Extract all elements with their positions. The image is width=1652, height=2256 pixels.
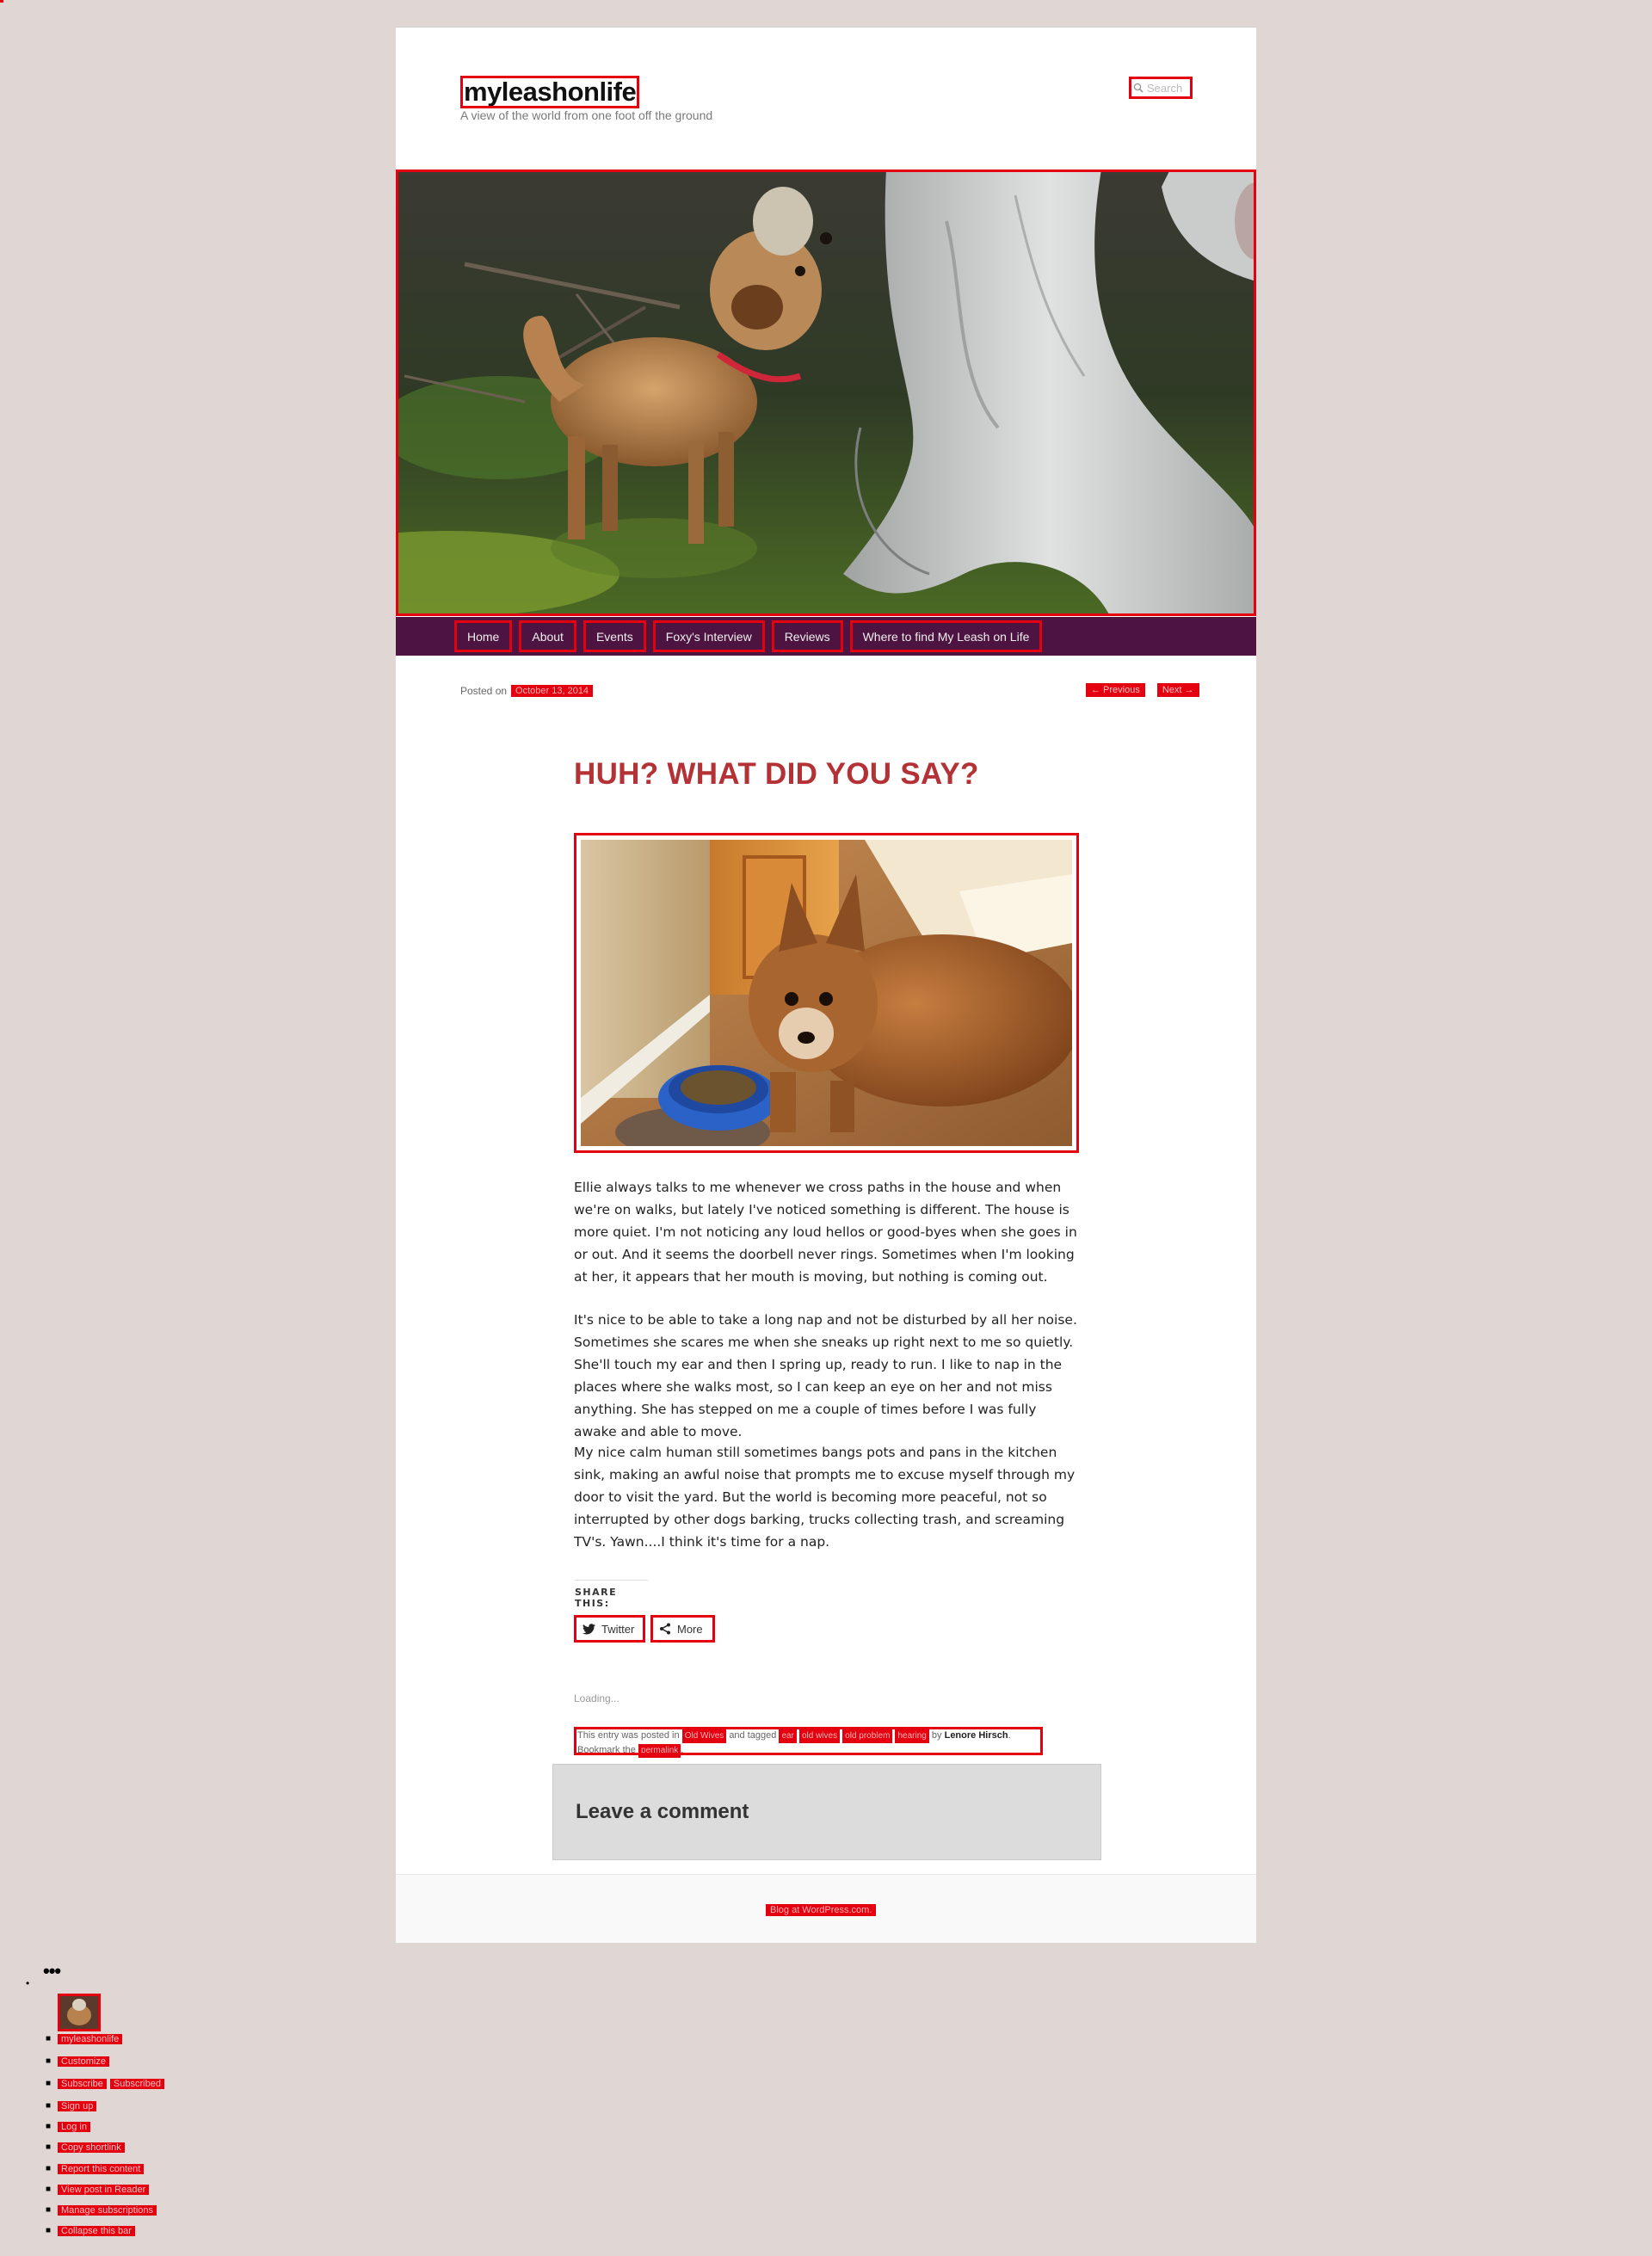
meta-prefix: This entry was posted in <box>577 1730 680 1741</box>
admin-item-report[interactable]: ■ Report this content <box>46 2162 145 2176</box>
nav-item-about[interactable]: About <box>519 620 576 652</box>
admin-subscribe-link[interactable]: Subscribe <box>58 2079 107 2089</box>
comment-section: Leave a comment <box>552 1764 1101 1860</box>
list-bullet: ■ <box>46 2122 52 2131</box>
list-bullet: • <box>26 1977 30 1989</box>
admin-manage-subscriptions-link[interactable]: Manage subscriptions <box>58 2205 157 2216</box>
admin-item-signup[interactable]: ■ Sign up <box>46 2099 97 2113</box>
list-bullet: ■ <box>46 2142 52 2152</box>
footer-wordpress-link[interactable]: Blog at WordPress.com. <box>766 1904 877 1916</box>
leave-comment-heading: Leave a comment <box>576 1800 749 1823</box>
entry-paragraph-1: Ellie always talks to me whenever we cro… <box>574 1180 1077 1285</box>
post-navigation: ← Previous Next → <box>1086 683 1199 697</box>
admin-login-link[interactable]: Log in <box>58 2122 90 2132</box>
tag-link-1[interactable]: ear <box>779 1729 797 1743</box>
meta-tagged: and tagged <box>729 1730 777 1741</box>
admin-report-link[interactable]: Report this content <box>58 2164 145 2174</box>
list-bullet: ■ <box>46 2079 52 2088</box>
site-description: A view of the world from one foot off th… <box>460 108 713 122</box>
corner-marker <box>0 0 3 3</box>
nav-item-foxys-interview[interactable]: Foxy's Interview <box>652 620 765 652</box>
admin-item-subscribe[interactable]: ■ Subscribe Subscribed <box>46 2077 164 2091</box>
permalink-link[interactable]: permalink <box>638 1744 681 1758</box>
admin-reader-link[interactable]: View post in Reader <box>58 2185 150 2195</box>
search-input[interactable]: Search <box>1129 77 1193 99</box>
admin-item-site[interactable]: ■ myleashonlife <box>46 2032 123 2046</box>
admin-collapse-link[interactable]: Collapse this bar <box>58 2226 135 2236</box>
posted-on-label: Posted on <box>460 685 508 697</box>
twitter-icon <box>583 1623 595 1634</box>
search-icon <box>1133 83 1143 93</box>
entry-meta: This entry was posted in Old Wives and t… <box>574 1727 1043 1758</box>
admin-site-link[interactable]: myleashonlife <box>58 2034 123 2044</box>
main-navigation: Home About Events Foxy's Interview Revie… <box>396 617 1256 656</box>
avatar[interactable] <box>58 1994 101 2031</box>
admin-customize-link[interactable]: Customize <box>58 2056 109 2067</box>
list-bullet: ■ <box>46 2056 52 2066</box>
admin-subscribed-link[interactable]: Subscribed <box>109 2079 164 2089</box>
header-image[interactable] <box>396 170 1256 616</box>
list-bullet: ■ <box>46 2164 52 2173</box>
entry-paragraph-2: It's nice to be able to take a long nap … <box>574 1312 1077 1439</box>
nav-item-events[interactable]: Events <box>583 620 646 652</box>
next-post-link[interactable]: Next → <box>1156 683 1199 697</box>
posted-on: Posted on October 13, 2014 <box>460 685 594 697</box>
share-more-button[interactable]: More <box>650 1615 715 1643</box>
share-heading: SHARE THIS: <box>575 1580 648 1609</box>
site-footer: Blog at WordPress.com. <box>396 1874 1256 1943</box>
more-actions-icon[interactable]: ••• <box>43 1960 61 1982</box>
list-bullet: ■ <box>46 2185 52 2194</box>
post-date-link[interactable]: October 13, 2014 <box>511 685 594 697</box>
admin-item-manage-subscriptions[interactable]: ■ Manage subscriptions <box>46 2204 157 2217</box>
list-bullet: ■ <box>46 2226 52 2235</box>
share-more-label: More <box>677 1622 703 1636</box>
author-link[interactable]: Lenore Hirsch <box>945 1730 1008 1741</box>
nav-item-where-to-find[interactable]: Where to find My Leash on Life <box>849 620 1043 652</box>
admin-item-login[interactable]: ■ Log in <box>46 2120 90 2134</box>
nav-item-reviews[interactable]: Reviews <box>771 620 843 652</box>
tag-link-3[interactable]: old problem <box>842 1729 893 1743</box>
admin-item-copy-shortlink[interactable]: ■ Copy shortlink <box>46 2141 125 2154</box>
site-title[interactable]: myleashonlife <box>460 76 640 108</box>
share-twitter-button[interactable]: Twitter <box>574 1615 645 1643</box>
share-icon <box>660 1623 670 1635</box>
previous-post-link[interactable]: ← Previous <box>1086 683 1145 697</box>
admin-copy-shortlink-link[interactable]: Copy shortlink <box>58 2142 125 2153</box>
list-bullet: ■ <box>46 2101 52 2111</box>
admin-item-collapse[interactable]: ■ Collapse this bar <box>46 2224 135 2238</box>
tag-link-4[interactable]: hearing <box>895 1729 929 1743</box>
admin-item-customize[interactable]: ■ Customize <box>46 2055 109 2068</box>
post-image[interactable] <box>574 833 1079 1153</box>
entry-title: HUH? WHAT DID YOU SAY? <box>574 757 979 791</box>
category-link[interactable]: Old Wives <box>681 1729 727 1743</box>
tag-link-2[interactable]: old wives <box>798 1729 841 1743</box>
likes-loading-text: Loading... <box>574 1692 620 1704</box>
list-bullet: ■ <box>46 2034 52 2043</box>
search-placeholder: Search <box>1147 81 1183 95</box>
meta-by: by <box>931 1730 942 1741</box>
admin-signup-link[interactable]: Sign up <box>58 2101 97 2111</box>
meta-end: . <box>681 1745 684 1755</box>
page-container: myleashonlife A view of the world from o… <box>396 27 1256 1943</box>
share-twitter-label: Twitter <box>601 1622 635 1636</box>
admin-item-reader[interactable]: ■ View post in Reader <box>46 2183 150 2197</box>
list-bullet: ■ <box>46 2205 52 2215</box>
nav-item-home[interactable]: Home <box>454 620 513 652</box>
entry-paragraph-3: My nice calm human still sometimes bangs… <box>574 1445 1076 1550</box>
